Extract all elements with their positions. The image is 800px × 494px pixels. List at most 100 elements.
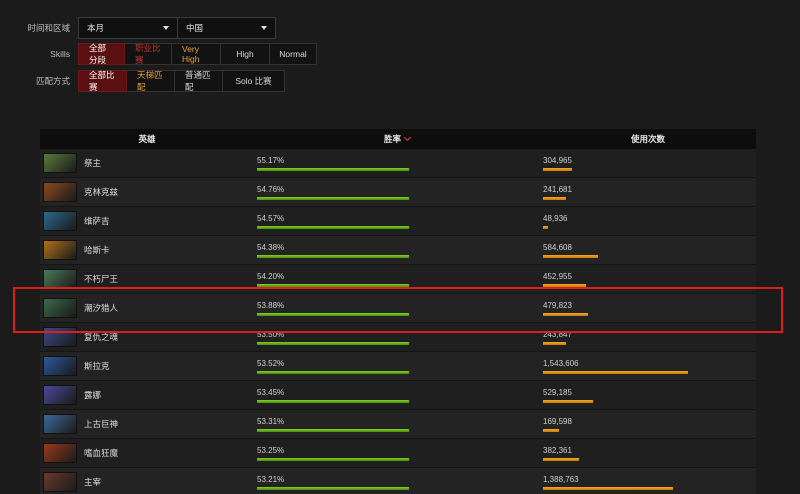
hero-portrait[interactable] bbox=[43, 356, 77, 376]
usage-cell: 1,543,606 bbox=[540, 359, 756, 374]
hero-portrait[interactable] bbox=[43, 269, 77, 289]
winrate-bar bbox=[257, 428, 409, 432]
skills-filter: Skills 全部分段 职业比赛 Very High High Normal bbox=[0, 43, 317, 65]
usage-bar bbox=[543, 167, 572, 171]
winrate-cell: 54.20% bbox=[254, 272, 540, 287]
usage-bar bbox=[543, 225, 548, 229]
header-usage[interactable]: 使用次数 bbox=[540, 133, 756, 145]
usage-bar bbox=[543, 428, 559, 432]
usage-cell: 529,185 bbox=[540, 388, 756, 403]
winrate-bar bbox=[257, 283, 409, 287]
usage-value: 243,847 bbox=[543, 329, 572, 339]
match-option-ranked[interactable]: 天梯匹配 bbox=[127, 70, 175, 92]
match-option-solo[interactable]: Solo 比赛 bbox=[223, 70, 285, 92]
hero-name[interactable]: 潮汐猎人 bbox=[84, 302, 118, 314]
match-type-filter: 匹配方式 全部比赛 天梯匹配 普通匹配 Solo 比赛 bbox=[0, 70, 285, 92]
hero-portrait[interactable] bbox=[43, 327, 77, 347]
usage-bar bbox=[543, 283, 586, 287]
table-row[interactable]: 复仇之魂 53.50% 243,847 bbox=[40, 323, 756, 352]
table-row[interactable]: 哈斯卡 54.38% 584,608 bbox=[40, 236, 756, 265]
table-row[interactable]: 潮汐猎人 53.88% 479,823 bbox=[40, 294, 756, 323]
chevron-down-icon bbox=[261, 26, 267, 30]
hero-portrait[interactable] bbox=[43, 211, 77, 231]
hero-stats-table: 英雄 胜率 使用次数 祭主 55.17% 304,965 克林克兹 54.76% 241,… bbox=[40, 129, 756, 494]
header-winrate[interactable]: 胜率 bbox=[254, 133, 540, 145]
hero-name[interactable]: 不朽尸王 bbox=[84, 273, 118, 285]
table-row[interactable]: 克林克兹 54.76% 241,681 bbox=[40, 178, 756, 207]
skills-option-normal[interactable]: Normal bbox=[270, 43, 317, 65]
table-row[interactable]: 露娜 53.45% 529,185 bbox=[40, 381, 756, 410]
region-select[interactable]: 中国 bbox=[178, 17, 276, 39]
time-region-label: 时间和区域 bbox=[27, 23, 70, 33]
usage-bar bbox=[543, 254, 598, 258]
table-row[interactable]: 祭主 55.17% 304,965 bbox=[40, 149, 756, 178]
usage-cell: 1,388,763 bbox=[540, 475, 756, 490]
usage-value: 48,936 bbox=[543, 213, 568, 223]
table-row[interactable]: 上古巨神 53.31% 169,598 bbox=[40, 410, 756, 439]
winrate-value: 53.31% bbox=[257, 416, 285, 426]
usage-bar bbox=[543, 312, 588, 316]
match-option-all[interactable]: 全部比赛 bbox=[78, 70, 127, 92]
usage-cell: 479,823 bbox=[540, 301, 756, 316]
hero-cell: 主宰 bbox=[40, 472, 254, 492]
winrate-cell: 53.88% bbox=[254, 301, 540, 316]
hero-portrait[interactable] bbox=[43, 443, 77, 463]
hero-cell: 维萨吉 bbox=[40, 211, 254, 231]
hero-portrait[interactable] bbox=[43, 153, 77, 173]
header-hero[interactable]: 英雄 bbox=[40, 133, 254, 145]
match-option-normal[interactable]: 普通匹配 bbox=[175, 70, 223, 92]
usage-cell: 304,965 bbox=[540, 156, 756, 171]
hero-name[interactable]: 复仇之魂 bbox=[84, 331, 118, 343]
table-row[interactable]: 嗜血狂魔 53.25% 382,361 bbox=[40, 439, 756, 468]
skills-option-high[interactable]: High bbox=[221, 43, 270, 65]
time-select[interactable]: 本月 bbox=[78, 17, 178, 39]
winrate-cell: 54.38% bbox=[254, 243, 540, 258]
winrate-bar bbox=[257, 225, 409, 229]
winrate-cell: 53.45% bbox=[254, 388, 540, 403]
usage-value: 529,185 bbox=[543, 387, 572, 397]
table-header: 英雄 胜率 使用次数 bbox=[40, 129, 756, 149]
winrate-value: 53.45% bbox=[257, 387, 285, 397]
skills-option-very-high[interactable]: Very High bbox=[172, 43, 221, 65]
hero-name[interactable]: 哈斯卡 bbox=[84, 244, 110, 256]
winrate-bar bbox=[257, 196, 409, 200]
usage-value: 169,598 bbox=[543, 416, 572, 426]
winrate-bar bbox=[257, 167, 409, 171]
hero-name[interactable]: 露娜 bbox=[84, 389, 101, 401]
table-row[interactable]: 斯拉克 53.52% 1,543,606 bbox=[40, 352, 756, 381]
table-row[interactable]: 维萨吉 54.57% 48,936 bbox=[40, 207, 756, 236]
hero-name[interactable]: 祭主 bbox=[84, 157, 101, 169]
hero-name[interactable]: 上古巨神 bbox=[84, 418, 118, 430]
usage-value: 1,543,606 bbox=[543, 358, 579, 368]
winrate-value: 53.25% bbox=[257, 445, 285, 455]
hero-name[interactable]: 嗜血狂魔 bbox=[84, 447, 118, 459]
table-row[interactable]: 不朽尸王 54.20% 452,955 bbox=[40, 265, 756, 294]
hero-portrait[interactable] bbox=[43, 472, 77, 492]
usage-cell: 243,847 bbox=[540, 330, 756, 345]
hero-portrait[interactable] bbox=[43, 414, 77, 434]
winrate-value: 55.17% bbox=[257, 155, 285, 165]
hero-name[interactable]: 主宰 bbox=[84, 476, 101, 488]
hero-portrait[interactable] bbox=[43, 385, 77, 405]
usage-cell: 584,608 bbox=[540, 243, 756, 258]
winrate-cell: 53.21% bbox=[254, 475, 540, 490]
hero-cell: 复仇之魂 bbox=[40, 327, 254, 347]
winrate-cell: 53.50% bbox=[254, 330, 540, 345]
usage-cell: 48,936 bbox=[540, 214, 756, 229]
skills-segmented-control: 全部分段 职业比赛 Very High High Normal bbox=[78, 43, 317, 65]
match-type-segmented-control: 全部比赛 天梯匹配 普通匹配 Solo 比赛 bbox=[78, 70, 285, 92]
winrate-bar bbox=[257, 312, 409, 316]
skills-option-all[interactable]: 全部分段 bbox=[78, 43, 125, 65]
usage-bar bbox=[543, 341, 566, 345]
hero-portrait[interactable] bbox=[43, 298, 77, 318]
hero-name[interactable]: 克林克兹 bbox=[84, 186, 118, 198]
hero-cell: 克林克兹 bbox=[40, 182, 254, 202]
hero-portrait[interactable] bbox=[43, 182, 77, 202]
hero-cell: 祭主 bbox=[40, 153, 254, 173]
skills-option-pro[interactable]: 职业比赛 bbox=[125, 43, 172, 65]
hero-name[interactable]: 斯拉克 bbox=[84, 360, 110, 372]
hero-portrait[interactable] bbox=[43, 240, 77, 260]
hero-name[interactable]: 维萨吉 bbox=[84, 215, 110, 227]
hero-cell: 不朽尸王 bbox=[40, 269, 254, 289]
table-row[interactable]: 主宰 53.21% 1,388,763 bbox=[40, 468, 756, 494]
